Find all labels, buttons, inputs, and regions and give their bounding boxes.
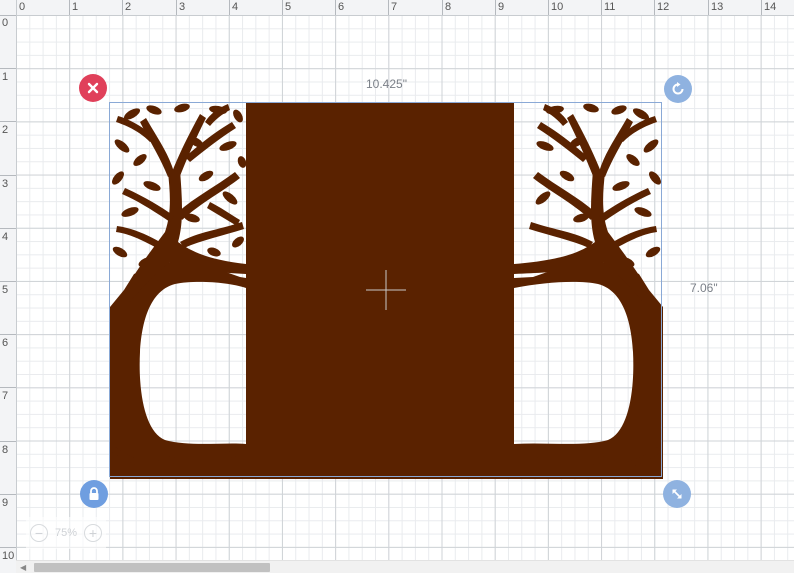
left-ruler: 0 1 2 3 4 5 6 7 8 9 10 [0, 0, 17, 573]
lock-icon [89, 487, 99, 500]
top-ruler: 0 1 2 3 4 5 6 7 8 9 10 11 12 13 14 [0, 0, 794, 16]
delete-button[interactable] [79, 74, 107, 102]
resize-button[interactable] [663, 480, 691, 508]
ruler-mark: 9 [498, 1, 505, 13]
zoom-control: − 75% + [26, 517, 106, 549]
zoom-out-button[interactable]: − [30, 524, 48, 542]
ruler-mark: 1 [72, 1, 79, 13]
ruler-mark: 0 [2, 17, 9, 29]
scroll-left-arrow-icon[interactable]: ◀ [20, 563, 26, 572]
ruler-corner [0, 0, 16, 15]
close-icon [87, 82, 99, 94]
lock-button[interactable] [80, 480, 108, 508]
rotate-button[interactable] [664, 75, 692, 103]
ruler-mark: 7 [391, 1, 398, 13]
ruler-mark: 9 [2, 497, 9, 509]
horizontal-scrollbar[interactable]: ◀ [16, 560, 794, 573]
ruler-mark: 2 [125, 1, 132, 13]
ruler-mark: 3 [179, 1, 186, 13]
ruler-mark: 11 [604, 1, 616, 13]
ruler-mark: 7 [2, 390, 9, 402]
ruler-mark: 5 [2, 284, 9, 296]
tree-card-design[interactable] [110, 102, 663, 479]
width-dimension: 10.425" [366, 77, 407, 91]
ruler-mark: 2 [2, 124, 9, 136]
ruler-mark: 4 [2, 231, 9, 243]
rotate-icon [672, 82, 684, 95]
ruler-mark: 4 [232, 1, 239, 13]
right-tree [514, 103, 663, 479]
resize-icon [672, 489, 682, 499]
ruler-mark: 0 [19, 1, 26, 13]
ruler-mark: 12 [657, 1, 670, 13]
height-dimension: 7.06" [690, 281, 718, 295]
ruler-mark: 10 [2, 550, 15, 562]
ruler-mark: 10 [551, 1, 564, 13]
ruler-mark: 1 [2, 71, 9, 83]
ruler-mark: 8 [2, 444, 9, 456]
zoom-in-button[interactable]: + [84, 524, 102, 542]
ruler-mark: 3 [2, 178, 9, 190]
ruler-mark: 6 [2, 337, 9, 349]
ruler-mark: 5 [285, 1, 292, 13]
ruler-mark: 14 [764, 1, 777, 13]
ruler-mark: 8 [445, 1, 452, 13]
ruler-mark: 6 [338, 1, 345, 13]
zoom-level: 75% [54, 527, 78, 539]
left-tree [110, 103, 247, 479]
scrollbar-thumb[interactable] [34, 563, 270, 572]
ruler-mark: 13 [711, 1, 724, 13]
